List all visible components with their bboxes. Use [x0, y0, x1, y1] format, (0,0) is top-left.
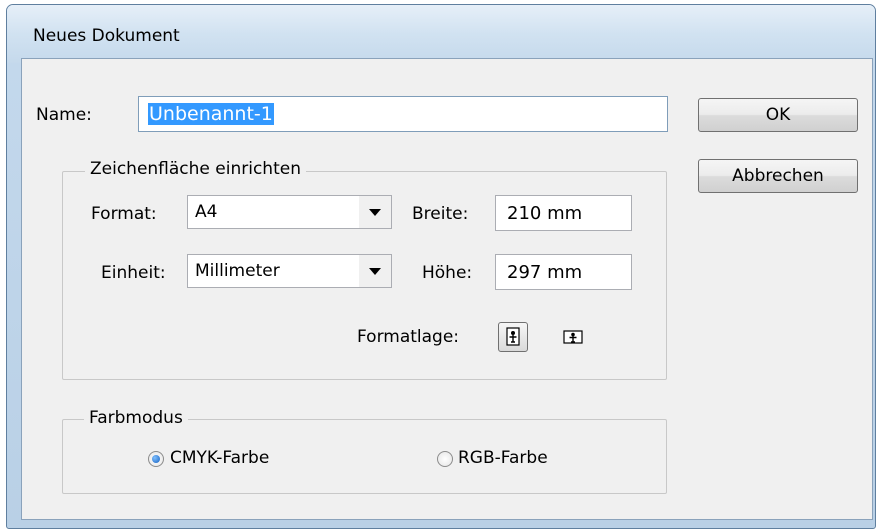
cancel-button[interactable]: Abbrechen	[698, 159, 858, 193]
unit-value: Millimeter	[195, 261, 280, 281]
window-title: Neues Dokument	[33, 26, 180, 46]
cmyk-radio[interactable]	[148, 451, 164, 467]
width-value: 210 mm	[507, 203, 583, 224]
unit-label: Einheit:	[101, 263, 166, 283]
width-input[interactable]: 210 mm	[495, 195, 632, 231]
name-input-value: Unbenannt-1	[148, 103, 274, 125]
portrait-orientation-button[interactable]	[498, 322, 528, 352]
unit-dropdown[interactable]: Millimeter	[187, 254, 392, 288]
rgb-radio[interactable]	[437, 451, 453, 467]
cmyk-label[interactable]: CMYK-Farbe	[170, 448, 269, 468]
format-value: A4	[195, 202, 218, 222]
width-label: Breite:	[412, 204, 469, 224]
portrait-orientation-icon	[506, 327, 520, 346]
chevron-down-icon[interactable]	[359, 255, 391, 287]
color-mode-legend: Farbmodus	[84, 408, 188, 428]
title-bar[interactable]: Neues Dokument	[7, 5, 875, 63]
chevron-down-icon[interactable]	[359, 196, 391, 228]
height-input[interactable]: 297 mm	[495, 254, 632, 290]
height-value: 297 mm	[507, 262, 583, 283]
rgb-label[interactable]: RGB-Farbe	[458, 448, 548, 468]
format-dropdown[interactable]: A4	[187, 195, 392, 229]
name-input[interactable]: Unbenannt-1	[138, 96, 668, 132]
landscape-orientation-button[interactable]	[558, 322, 588, 352]
artboard-group-legend: Zeichenfläche einrichten	[85, 159, 306, 179]
landscape-orientation-icon	[563, 330, 583, 344]
name-label: Name:	[36, 105, 92, 125]
format-label: Format:	[91, 204, 157, 224]
orientation-label: Formatlage:	[357, 327, 460, 347]
ok-button[interactable]: OK	[698, 98, 858, 132]
height-label: Höhe:	[422, 263, 473, 283]
